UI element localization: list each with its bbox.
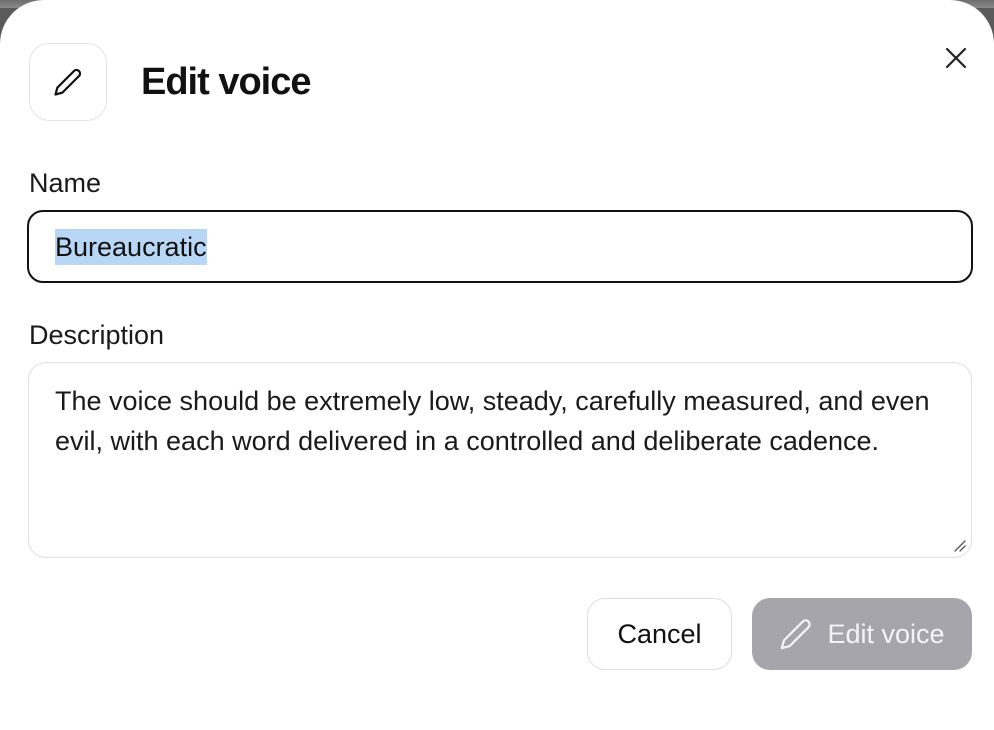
edit-voice-button[interactable]: Edit voice [752,598,972,670]
name-label: Name [29,168,102,198]
close-button[interactable] [938,40,974,76]
name-input[interactable]: Bureaucratic [27,210,973,283]
edit-voice-dialog: Edit voice Name Bureaucratic Description… [0,0,994,730]
description-textarea[interactable]: The voice should be extremely low, stead… [28,362,972,558]
cancel-button-label: Cancel [617,618,702,649]
dialog-title: Edit voice [141,61,311,103]
description-text: The voice should be extremely low, stead… [55,386,930,456]
pencil-icon [54,68,82,96]
close-icon [945,47,967,69]
resize-handle-icon[interactable] [951,537,967,553]
cancel-button[interactable]: Cancel [587,598,732,670]
description-label: Description [29,320,165,350]
name-input-value: Bureaucratic [55,228,207,265]
pencil-icon [781,619,812,650]
edit-voice-button-label: Edit voice [827,618,945,649]
header-icon-container [29,43,107,121]
